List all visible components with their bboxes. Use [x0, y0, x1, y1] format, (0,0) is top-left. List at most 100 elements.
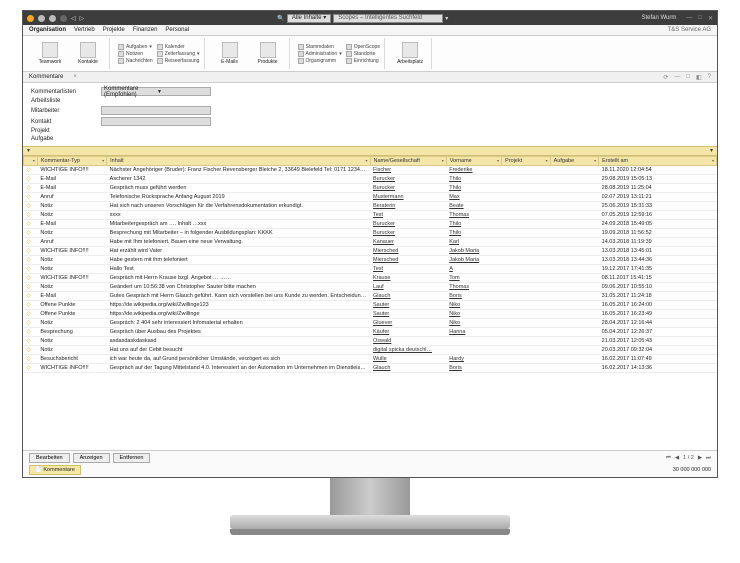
cell: Gespräch auf der Tagung Mittelstand 4.0.…	[107, 364, 370, 373]
table-row[interactable]: ◇NotizBesprechung mit Mitarbeiter – in f…	[24, 229, 717, 238]
ribbon-arbeitsplatz[interactable]: Arbeitsplatz	[393, 42, 427, 65]
edit-button[interactable]: Bearbeiten	[29, 453, 70, 463]
table-row[interactable]: ◇E-MailGespräch muss geführt werdenBuruc…	[24, 184, 717, 193]
table-row[interactable]: ◇NotizasdasdaskdaskasdOswald21.03.2017 1…	[24, 337, 717, 346]
tool-icon[interactable]: ◧	[696, 74, 702, 81]
table-row[interactable]: ◇WICHTIGE INFO!!!!Gespräch auf der Tagun…	[24, 364, 717, 373]
cell: 14.03.2018 11:19:39	[599, 238, 717, 247]
table-row[interactable]: ◇AnrufTelefonische Rücksprache Anfang Au…	[24, 193, 717, 202]
pager-first-icon[interactable]: ⏮	[666, 455, 671, 462]
table-row[interactable]: ◇NotizHallo TestTestA19.12.2017 17:41:35	[24, 265, 717, 274]
ribbon-einrichtung[interactable]: Einrichtung	[346, 58, 380, 64]
ribbon-stammdaten[interactable]: Stammdaten	[298, 44, 342, 50]
window-button[interactable]	[27, 15, 34, 22]
cell	[550, 256, 599, 265]
tool-icon[interactable]: ?	[708, 74, 711, 81]
table-row[interactable]: ◇AnrufHabe mit Ihm telefoniert. Bauen ei…	[24, 238, 717, 247]
table-row[interactable]: ◇NotizGespräch: 2 404 sehr interessiert …	[24, 319, 717, 328]
column-header[interactable]: Vorname▾	[446, 157, 501, 166]
cell	[550, 202, 599, 211]
table-row[interactable]: ◇E-MailMitarbeitergespräch am …. Inhalt …	[24, 220, 717, 229]
menu-tab-organisation[interactable]: Organisation	[29, 27, 66, 33]
tool-icon[interactable]: ⟳	[663, 74, 668, 81]
table-row[interactable]: ◇NotizHat uns auf der Cebit besuchtdigit…	[24, 346, 717, 355]
column-header[interactable]: Inhalt▾	[107, 157, 370, 166]
table-row[interactable]: ◇E-MailGutes Gespräch mit Herrn Glauch g…	[24, 292, 717, 301]
cell: 19.09.2018 11:56:52	[599, 229, 717, 238]
table-row[interactable]: ◇BesprechungGespräch über Ausbau des Pro…	[24, 328, 717, 337]
table-row[interactable]: ◇WICHTIGE INFO!!!!Hat erzählt wird Vater…	[24, 247, 717, 256]
window-button[interactable]	[49, 15, 56, 22]
tab-kommentare[interactable]: Kommentare	[29, 74, 63, 80]
filter-combo[interactable]: Kommentare (Empfohlen)▼	[101, 87, 211, 96]
cell	[550, 364, 599, 373]
close-icon[interactable]: ✕	[708, 15, 713, 22]
footer-tab-kommentare[interactable]: 📄 Kommentare	[29, 465, 81, 475]
cell: Burucker	[370, 229, 446, 238]
back-icon[interactable]: ◁	[71, 15, 76, 22]
column-header[interactable]: Aufgabe▾	[550, 157, 599, 166]
cell: Sauter	[370, 310, 446, 319]
cell: Anruf	[37, 193, 106, 202]
search-input[interactable]: Scopes – Intelligentes Suchfeld	[333, 14, 443, 23]
cell: Sauter	[370, 301, 446, 310]
column-header[interactable]: ▾	[24, 157, 38, 166]
maximize-icon[interactable]: □	[698, 15, 702, 22]
cell	[502, 292, 551, 301]
ribbon-standorte[interactable]: Standorte	[346, 51, 380, 57]
table-row[interactable]: ◇Besuchsberichtich war heute da, auf Gru…	[24, 355, 717, 364]
pager-last-icon[interactable]: ⏭	[706, 455, 711, 462]
cell: 18.11.2020 12:04:54	[599, 166, 717, 175]
ribbon-openscope[interactable]: OpenScope	[346, 44, 380, 50]
ribbon-notizen[interactable]: Notizen	[118, 51, 153, 57]
ribbon-kalender[interactable]: Kalender	[157, 44, 200, 50]
tool-icon[interactable]: —	[674, 74, 680, 81]
filter-combo[interactable]: ▼	[101, 117, 211, 126]
forward-icon[interactable]: ▷	[80, 15, 85, 22]
show-button[interactable]: Anzeigen	[73, 453, 110, 463]
column-header[interactable]: Erstellt am▾	[599, 157, 717, 166]
scope-select[interactable]: Alle Inhalte ▾	[287, 14, 331, 23]
cell: 08.11.2017 15:41:15	[599, 274, 717, 283]
table-row[interactable]: ◇WICHTIGE INFO!!!!Nächster Angehöriger (…	[24, 166, 717, 175]
menu-tab-projekte[interactable]: Projekte	[103, 27, 125, 33]
menu-tab-vertrieb[interactable]: Vertrieb	[74, 27, 95, 33]
ribbon-administration[interactable]: Administration▾	[298, 51, 342, 57]
cell: Mitarbeitergespräch am …. Inhalt …xxx	[107, 220, 370, 229]
minimize-icon[interactable]: —	[686, 15, 692, 22]
table-row[interactable]: ◇NotizHabe gestern mit ihm telefoniertMi…	[24, 256, 717, 265]
ribbon-teamwork[interactable]: Teamwork	[33, 42, 67, 65]
pager-prev-icon[interactable]: ◀	[675, 455, 679, 462]
menu-tab-personal[interactable]: Personal	[165, 27, 189, 33]
ribbon-reiseerfassung[interactable]: Reiseerfassung	[157, 58, 200, 64]
pager-next-icon[interactable]: ▶	[698, 455, 702, 462]
table-row[interactable]: ◇Offene Punktehttps://de.wikipedia.org/w…	[24, 310, 717, 319]
column-header[interactable]: Kommentar-Typ▾	[37, 157, 106, 166]
ribbon-nachrichten[interactable]: Nachrichten	[118, 58, 153, 64]
ribbon-emails[interactable]: E-Mails	[213, 42, 247, 65]
window-button[interactable]	[60, 15, 67, 22]
column-header[interactable]: Name/Gesellschaft▾	[370, 157, 446, 166]
tool-icon[interactable]: □	[686, 74, 690, 81]
row-icon: ◇	[24, 202, 38, 211]
cell: Besprechung	[37, 328, 106, 337]
data-grid[interactable]: ▾Kommentar-Typ▾Inhalt▾Name/Gesellschaft▾…	[23, 156, 717, 450]
close-tab-icon[interactable]: ×	[73, 74, 77, 80]
table-row[interactable]: ◇Offene Punktehttps://de.wikipedia.org/w…	[24, 301, 717, 310]
ribbon-aufgaben[interactable]: Aufgaben▾	[118, 44, 153, 50]
ribbon-zeiterfassung[interactable]: Zeiterfassung▾	[157, 51, 200, 57]
filter-combo[interactable]: ▼	[101, 106, 211, 115]
remove-button[interactable]: Entfernen	[113, 453, 151, 463]
table-row[interactable]: ◇NotizHat sich nach unseren Vorschlägen …	[24, 202, 717, 211]
table-row[interactable]: ◇NotizGeändert um 10:56:38 von Christoph…	[24, 283, 717, 292]
menu-tab-finanzen[interactable]: Finanzen	[133, 27, 158, 33]
ribbon-produkte[interactable]: Produkte	[251, 42, 285, 65]
window-button[interactable]	[38, 15, 45, 22]
column-header[interactable]: Projekt▾	[502, 157, 551, 166]
ribbon-kontakte[interactable]: Kontakte	[71, 42, 105, 65]
ribbon-organigramm[interactable]: Organigramm	[298, 58, 342, 64]
table-row[interactable]: ◇E-MailAscherer 1342BuruckerThilo29.08.2…	[24, 175, 717, 184]
grid-group-bar[interactable]	[23, 146, 717, 156]
table-row[interactable]: ◇WICHTIGE INFO!!!!Gespräch mit Herrn Kra…	[24, 274, 717, 283]
table-row[interactable]: ◇NotizxxxxTestThomas07.05.2019 12:59:16	[24, 211, 717, 220]
